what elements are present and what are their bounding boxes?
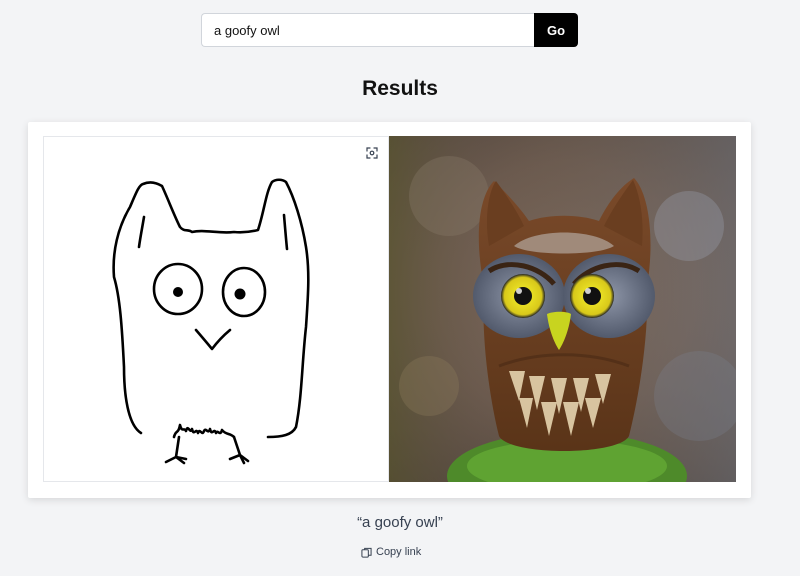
result-caption: “a goofy owl” bbox=[357, 514, 443, 531]
sketch-canvas[interactable] bbox=[43, 136, 389, 482]
owl-image bbox=[389, 136, 736, 482]
fit-to-screen-icon bbox=[366, 147, 378, 159]
search-input[interactable] bbox=[201, 13, 534, 47]
results-heading: Results bbox=[362, 77, 438, 100]
search-bar: Go bbox=[201, 13, 578, 47]
go-button[interactable]: Go bbox=[534, 13, 578, 47]
owl-sketch bbox=[112, 178, 310, 465]
copy-icon bbox=[361, 547, 372, 558]
generated-image bbox=[389, 136, 736, 482]
result-card bbox=[28, 122, 751, 498]
copy-link-button[interactable]: Copy link bbox=[361, 546, 421, 558]
fit-to-screen-button[interactable] bbox=[362, 143, 382, 163]
copy-link-label: Copy link bbox=[376, 546, 422, 558]
